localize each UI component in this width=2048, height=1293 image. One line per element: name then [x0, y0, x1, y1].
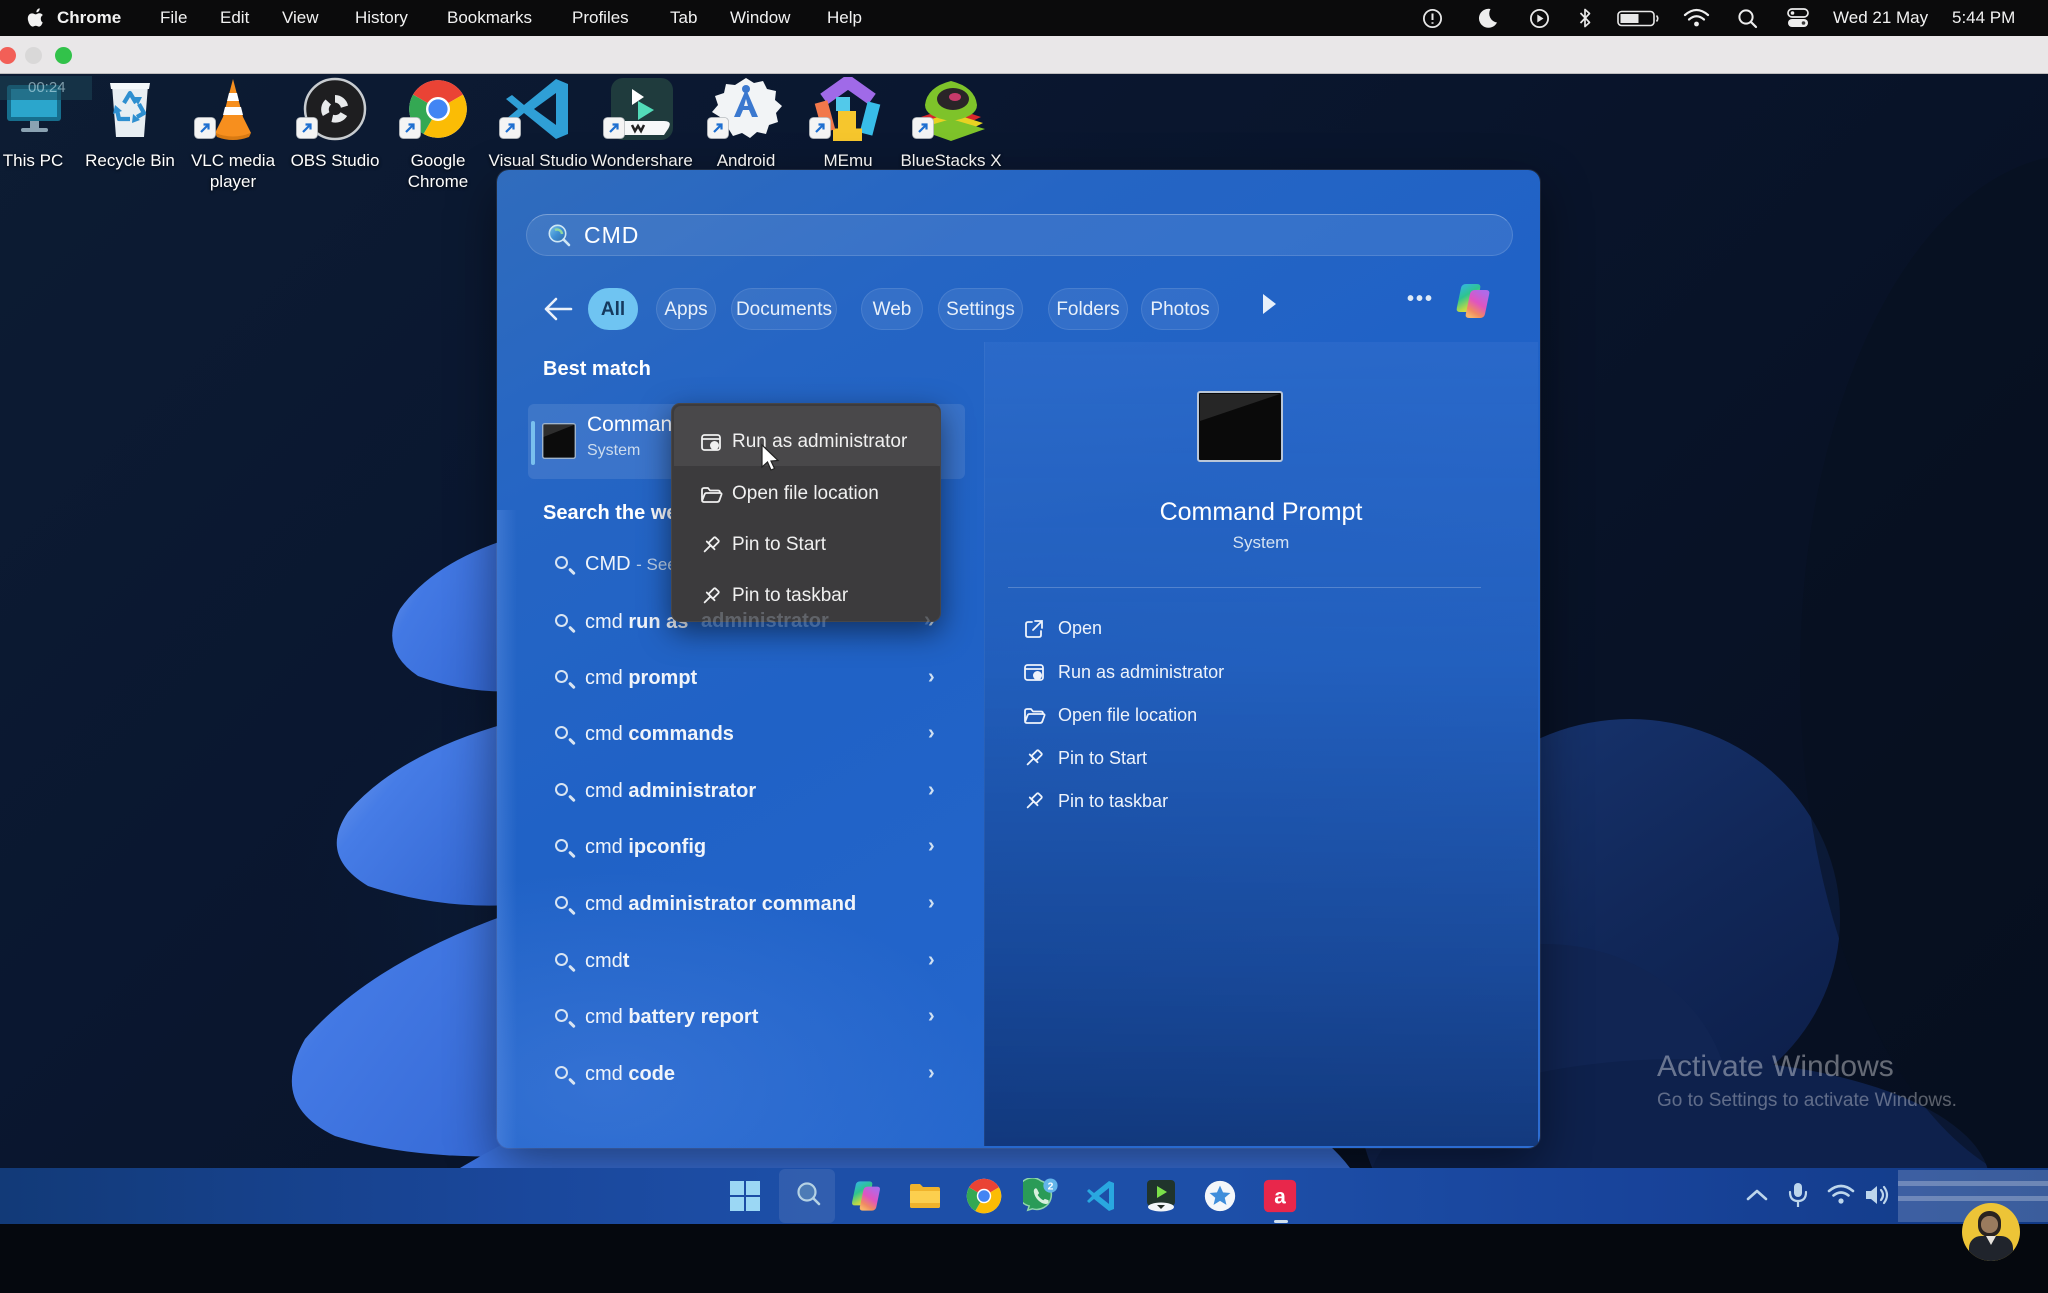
svg-text:a: a: [1274, 1186, 1286, 1209]
svg-text:2: 2: [1048, 1181, 1054, 1192]
